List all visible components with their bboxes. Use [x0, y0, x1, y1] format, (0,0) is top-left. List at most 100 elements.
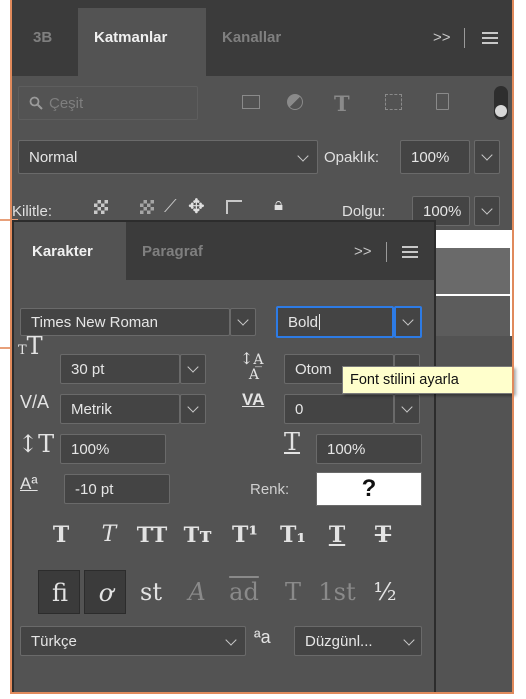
chevron-down-icon	[402, 314, 414, 326]
lock-brush-icon[interactable]: ⟋	[164, 196, 177, 217]
baseline-shift-value: -10 pt	[75, 480, 114, 498]
font-family-dropdown[interactable]	[230, 308, 256, 336]
baseline-shift-input[interactable]: -10 pt	[64, 474, 170, 504]
tab-katmanlar-label: Katmanlar	[94, 29, 168, 46]
char-overflow-icon[interactable]: >>	[354, 244, 372, 259]
font-size-icon: TT	[18, 332, 43, 360]
antialias-icon: ªa	[254, 627, 271, 647]
swash-button[interactable]: A	[180, 580, 214, 604]
tracking-select[interactable]: 0	[284, 394, 394, 424]
faux-italic-button[interactable]: T	[92, 524, 126, 546]
filter-shape-icon[interactable]	[385, 94, 402, 110]
ordinals-button[interactable]: 1st	[314, 580, 360, 604]
chevron-down-icon	[225, 634, 237, 646]
chevron-down-icon	[481, 203, 493, 215]
chevron-down-icon	[187, 401, 199, 413]
filter-smartobject-icon[interactable]	[436, 93, 449, 110]
layers-overflow-icon[interactable]: >>	[433, 30, 451, 45]
layer-row[interactable]	[432, 296, 510, 336]
layers-menu-icon[interactable]	[482, 32, 498, 44]
antialias-select[interactable]: Düzgünl...	[294, 626, 422, 656]
font-family-select[interactable]: Times New Roman	[20, 308, 230, 336]
color-label: Renk:	[250, 481, 290, 498]
lock-artboard-icon[interactable]	[226, 200, 242, 214]
subscript-button[interactable]: T₁	[274, 524, 312, 546]
tab-3d[interactable]: 3B	[10, 0, 72, 76]
filter-image-icon[interactable]	[242, 95, 260, 109]
tab-paragraf[interactable]: Paragraf	[130, 222, 240, 280]
horizontal-scale-value: 100%	[327, 440, 366, 458]
strikethrough-button[interactable]: T	[366, 524, 400, 546]
blend-mode-value: Normal	[29, 148, 78, 166]
color-swatch[interactable]: ?	[316, 472, 422, 506]
font-style-select[interactable]: Bold	[276, 306, 394, 338]
font-size-dropdown[interactable]	[180, 354, 206, 384]
font-style-dropdown[interactable]	[394, 306, 422, 338]
layer-row[interactable]	[432, 248, 510, 294]
lock-position-icon[interactable]: ✥	[188, 194, 205, 219]
chevron-down-icon	[481, 149, 493, 161]
vertical-scale-input[interactable]: 100%	[60, 434, 166, 464]
search-icon	[29, 96, 43, 110]
leading-icon: ↕A̲ A	[240, 349, 264, 383]
text-cursor	[319, 314, 321, 330]
tab-katmanlar[interactable]: Katmanlar	[78, 8, 206, 76]
filter-type-icon[interactable]: T	[334, 91, 350, 116]
discretionary-label: ơ	[98, 579, 114, 607]
layers-panel: 3B Katmanlar Kanallar >> Çeşit T Normal …	[10, 0, 512, 230]
fill-label: Dolgu:	[342, 203, 386, 220]
ligatures-label: fi	[51, 579, 68, 607]
language-select[interactable]: Türkçe	[20, 626, 246, 656]
vertical-scale-icon: ↕T	[18, 430, 55, 458]
chevron-down-icon	[297, 150, 309, 162]
kerning-icon: V/A	[20, 392, 50, 412]
faux-bold-button[interactable]: T	[44, 524, 78, 546]
chevron-down-icon	[187, 361, 199, 373]
antialias-value: Düzgünl...	[305, 632, 373, 650]
stylistic-ligature-button[interactable]: st	[134, 580, 168, 604]
vertical-scale-value: 100%	[71, 440, 110, 458]
small-caps-button[interactable]: Tт	[178, 524, 218, 545]
lock-transparent-icon[interactable]	[94, 200, 108, 214]
all-caps-button[interactable]: TT	[132, 524, 172, 545]
kerning-select[interactable]: Metrik	[60, 394, 180, 424]
discretionary-ligatures-button[interactable]: ơ	[84, 570, 126, 614]
fractions-button[interactable]: ½	[366, 580, 404, 604]
underline-button[interactable]: T	[320, 524, 354, 546]
font-size-value: 30 pt	[71, 360, 105, 378]
layer-filter-select[interactable]: Çeşit	[18, 86, 198, 120]
filter-adjustment-icon[interactable]	[287, 94, 303, 110]
lock-all-icon[interactable]: 🔒︎	[274, 195, 283, 215]
lock-image-icon[interactable]	[140, 200, 154, 214]
kerning-dropdown[interactable]	[180, 394, 206, 424]
char-menu-icon[interactable]	[402, 246, 418, 258]
tab-kanallar[interactable]: Kanallar	[210, 0, 320, 76]
opacity-dropdown[interactable]	[474, 140, 500, 174]
tracking-icon: VA	[242, 390, 265, 409]
chevron-down-icon	[401, 401, 413, 413]
char-separator	[386, 242, 387, 262]
baseline-shift-icon: Aª	[20, 474, 38, 493]
filter-toggle-switch[interactable]	[494, 86, 508, 120]
titling-alternates-button[interactable]: T	[276, 580, 310, 604]
superscript-button[interactable]: T¹	[226, 524, 264, 546]
opacity-input[interactable]: 100%	[400, 140, 470, 174]
tooltip-text: Font stilini ayarla	[350, 372, 459, 388]
font-style-value: Bold	[288, 313, 319, 331]
chevron-down-icon	[237, 314, 249, 326]
opacity-value: 100%	[411, 148, 450, 166]
tab-karakter[interactable]: Karakter	[14, 222, 126, 280]
language-value: Türkçe	[31, 632, 77, 650]
horizontal-scale-input[interactable]: 100%	[316, 434, 422, 464]
stylistic-alternates-button[interactable]: ad	[224, 580, 264, 604]
tab-3d-label: 3B	[33, 29, 53, 46]
ligatures-button[interactable]: fi	[38, 570, 80, 614]
fill-dropdown[interactable]	[474, 196, 500, 226]
blend-mode-select[interactable]: Normal	[18, 140, 318, 174]
layer-filter-placeholder: Çeşit	[49, 94, 84, 112]
chevron-down-icon	[403, 634, 415, 646]
font-size-input[interactable]: 30 pt	[60, 354, 180, 384]
layers-separator	[464, 28, 465, 48]
tracking-dropdown[interactable]	[394, 394, 420, 424]
tab-paragraf-label: Paragraf	[142, 243, 203, 260]
